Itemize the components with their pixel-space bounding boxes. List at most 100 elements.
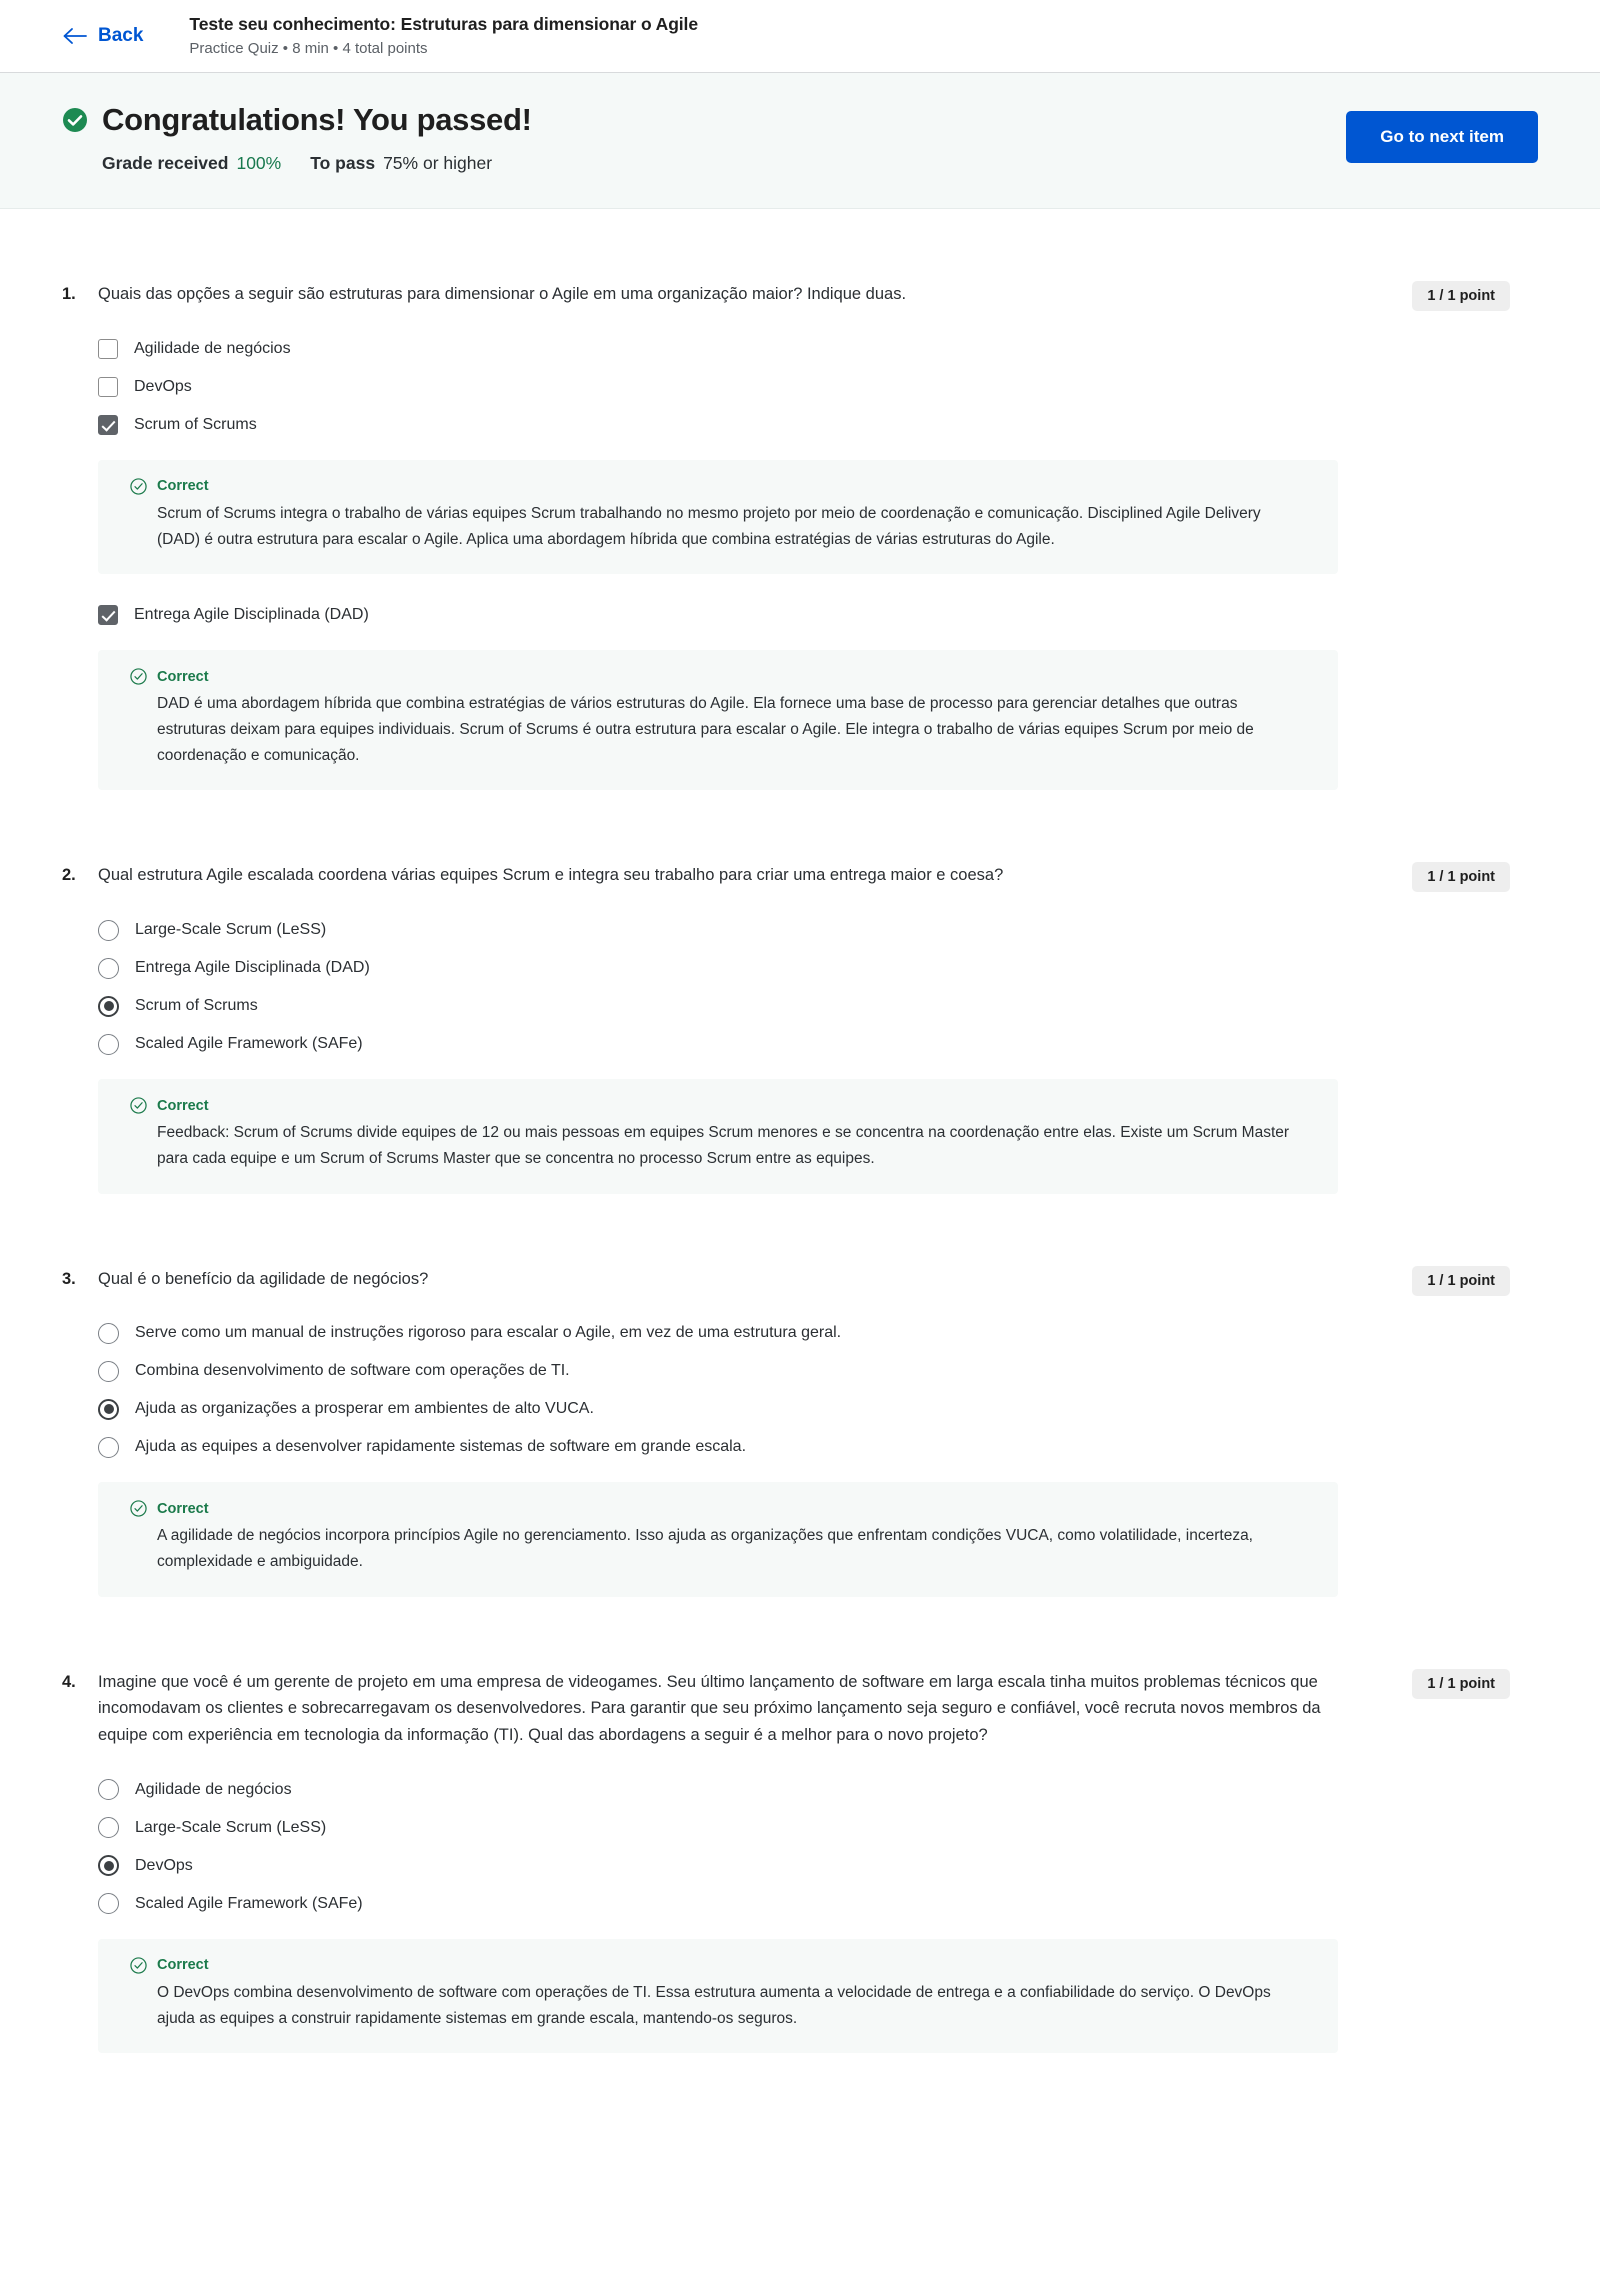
option-row[interactable]: Large-Scale Scrum (LeSS) [98, 1809, 1538, 1847]
quiz-metadata: Practice Quiz • 8 min • 4 total points [189, 39, 428, 57]
radio-selected-icon[interactable] [98, 1855, 119, 1877]
option-row[interactable]: Ajuda as organizações a prosperar em amb… [98, 1390, 1538, 1428]
option-row[interactable]: DevOps [98, 368, 1538, 406]
option-row[interactable]: Ajuda as equipes a desenvolver rapidamen… [98, 1428, 1538, 1466]
question-feedback-box: Correct Feedback: Scrum of Scrums divide… [98, 1079, 1338, 1194]
question-feedback-box: Correct O DevOps combina desenvolvimento… [98, 1938, 1338, 2054]
question-3: 1 / 1 point 3. Qual é o benefício da agi… [62, 1265, 1538, 1597]
radio-unselected-icon[interactable] [98, 1033, 119, 1055]
feedback-header: Correct [130, 1957, 1306, 1974]
quiz-questions-container: 1 / 1 point 1. Quais das opções a seguir… [0, 209, 1600, 2113]
feedback-status: Correct [157, 1097, 209, 1114]
result-banner: Congratulations! You passed! Grade recei… [0, 73, 1600, 210]
points-badge: 1 / 1 point [1412, 862, 1510, 893]
feedback-header: Correct [130, 668, 1306, 685]
radio-selected-icon[interactable] [98, 995, 119, 1017]
to-pass-value: 75% or higher [383, 153, 493, 174]
question-text: Qual estrutura Agile escalada coordena v… [98, 866, 1004, 885]
grade-summary: Grade received 100% To pass 75% or highe… [102, 153, 532, 174]
option-label: Scaled Agile Framework (SAFe) [135, 1035, 363, 1053]
answer-options-continued: Entrega Agile Disciplinada (DAD) [98, 596, 1538, 634]
option-row[interactable]: Large-Scale Scrum (LeSS) [98, 911, 1538, 949]
question-header: 2. Qual estrutura Agile escalada coorden… [62, 862, 1538, 889]
question-text: Quais das opções a seguir são estruturas… [98, 285, 907, 304]
radio-unselected-icon[interactable] [98, 1893, 119, 1915]
to-pass-label: To pass [310, 153, 376, 174]
radio-unselected-icon[interactable] [98, 1436, 119, 1458]
option-label: Combina desenvolvimento de software com … [135, 1362, 570, 1380]
back-button[interactable]: Back [62, 25, 143, 47]
question-1: 1 / 1 point 1. Quais das opções a seguir… [62, 281, 1538, 791]
checkbox-unchecked-icon[interactable] [98, 338, 118, 359]
radio-unselected-icon[interactable] [98, 1360, 119, 1382]
feedback-header: Correct [130, 1500, 1306, 1517]
option-row[interactable]: Entrega Agile Disciplinada (DAD) [98, 949, 1538, 987]
result-heading-row: Congratulations! You passed! [62, 102, 532, 137]
radio-unselected-icon[interactable] [98, 919, 119, 941]
option-row[interactable]: Combina desenvolvimento de software com … [98, 1352, 1538, 1390]
question-number: 4. [62, 1672, 76, 1691]
option-label: Agilidade de negócios [134, 339, 291, 357]
grade-received-value: 100% [236, 153, 282, 174]
question-4: 1 / 1 point 4. Imagine que você é um ger… [62, 1668, 1538, 2054]
question-feedback-box: Correct A agilidade de negócios incorpor… [98, 1482, 1338, 1597]
option-row[interactable]: Scaled Agile Framework (SAFe) [98, 1885, 1538, 1923]
option-row[interactable]: Serve como um manual de instruções rigor… [98, 1314, 1538, 1352]
question-header: 4. Imagine que você é um gerente de proj… [62, 1669, 1538, 1749]
option-row[interactable]: Agilidade de negócios [98, 330, 1538, 368]
page-title: Teste seu conhecimento: Estruturas para … [189, 13, 698, 34]
option-feedback-box: Correct Scrum of Scrums integra o trabal… [98, 459, 1338, 575]
check-circle-solid-icon [63, 108, 87, 133]
option-label: Serve como um manual de instruções rigor… [135, 1324, 842, 1342]
go-to-next-item-button[interactable]: Go to next item [1346, 111, 1538, 163]
option-label: Ajuda as equipes a desenvolver rapidamen… [135, 1438, 747, 1456]
arrow-left-icon [63, 28, 87, 44]
feedback-text: O DevOps combina desenvolvimento de soft… [157, 1983, 1271, 2027]
radio-selected-icon[interactable] [98, 1398, 119, 1420]
radio-unselected-icon[interactable] [98, 957, 119, 979]
question-header: 3. Qual é o benefício da agilidade de ne… [62, 1266, 1538, 1293]
points-badge: 1 / 1 point [1412, 1265, 1510, 1296]
back-label: Back [98, 25, 144, 46]
option-label: Large-Scale Scrum (LeSS) [135, 1818, 327, 1836]
option-row[interactable]: Scrum of Scrums [98, 987, 1538, 1025]
points-badge: 1 / 1 point [1412, 281, 1510, 312]
check-circle-outline-icon [130, 1500, 147, 1517]
question-2: 1 / 1 point 2. Qual estrutura Agile esca… [62, 862, 1538, 1194]
feedback-text: Scrum of Scrums integra o trabalho de vá… [157, 504, 1261, 548]
check-circle-outline-icon [130, 1097, 147, 1114]
radio-unselected-icon[interactable] [98, 1322, 119, 1344]
checkbox-unchecked-icon[interactable] [98, 376, 118, 397]
checkbox-checked-icon[interactable] [98, 605, 118, 626]
option-row[interactable]: Agilidade de negócios [98, 1771, 1538, 1809]
question-number: 3. [62, 1269, 76, 1288]
check-circle-outline-icon [130, 478, 147, 495]
question-header: 1. Quais das opções a seguir são estrutu… [62, 281, 1538, 308]
option-row[interactable]: Scaled Agile Framework (SAFe) [98, 1025, 1538, 1063]
radio-unselected-icon[interactable] [98, 1779, 119, 1801]
question-text: Imagine que você é um gerente de projeto… [98, 1672, 1321, 1745]
grade-received-label: Grade received [102, 153, 229, 174]
feedback-status: Correct [157, 1957, 209, 1974]
feedback-text: Feedback: Scrum of Scrums divide equipes… [157, 1124, 1290, 1167]
feedback-header: Correct [130, 1097, 1306, 1114]
radio-unselected-icon[interactable] [98, 1817, 119, 1839]
answer-options: Agilidade de negócios DevOps Scrum of Sc… [98, 330, 1538, 444]
option-label: Scaled Agile Framework (SAFe) [135, 1894, 363, 1912]
option-row[interactable]: Scrum of Scrums [98, 406, 1538, 444]
checkbox-checked-icon[interactable] [98, 414, 118, 435]
option-label: DevOps [134, 377, 192, 395]
option-label: Large-Scale Scrum (LeSS) [135, 921, 327, 939]
option-label: Scrum of Scrums [135, 997, 258, 1015]
feedback-text: A agilidade de negócios incorpora princí… [157, 1527, 1253, 1570]
option-label: Agilidade de negócios [135, 1780, 292, 1798]
option-label: DevOps [135, 1856, 193, 1874]
feedback-status: Correct [157, 478, 209, 495]
question-number: 2. [62, 866, 76, 885]
points-badge: 1 / 1 point [1412, 1668, 1510, 1699]
check-circle-outline-icon [130, 668, 147, 685]
option-row[interactable]: DevOps [98, 1847, 1538, 1885]
feedback-status: Correct [157, 668, 209, 685]
option-row[interactable]: Entrega Agile Disciplinada (DAD) [98, 596, 1538, 634]
option-feedback-box: Correct DAD é uma abordagem híbrida que … [98, 650, 1338, 791]
